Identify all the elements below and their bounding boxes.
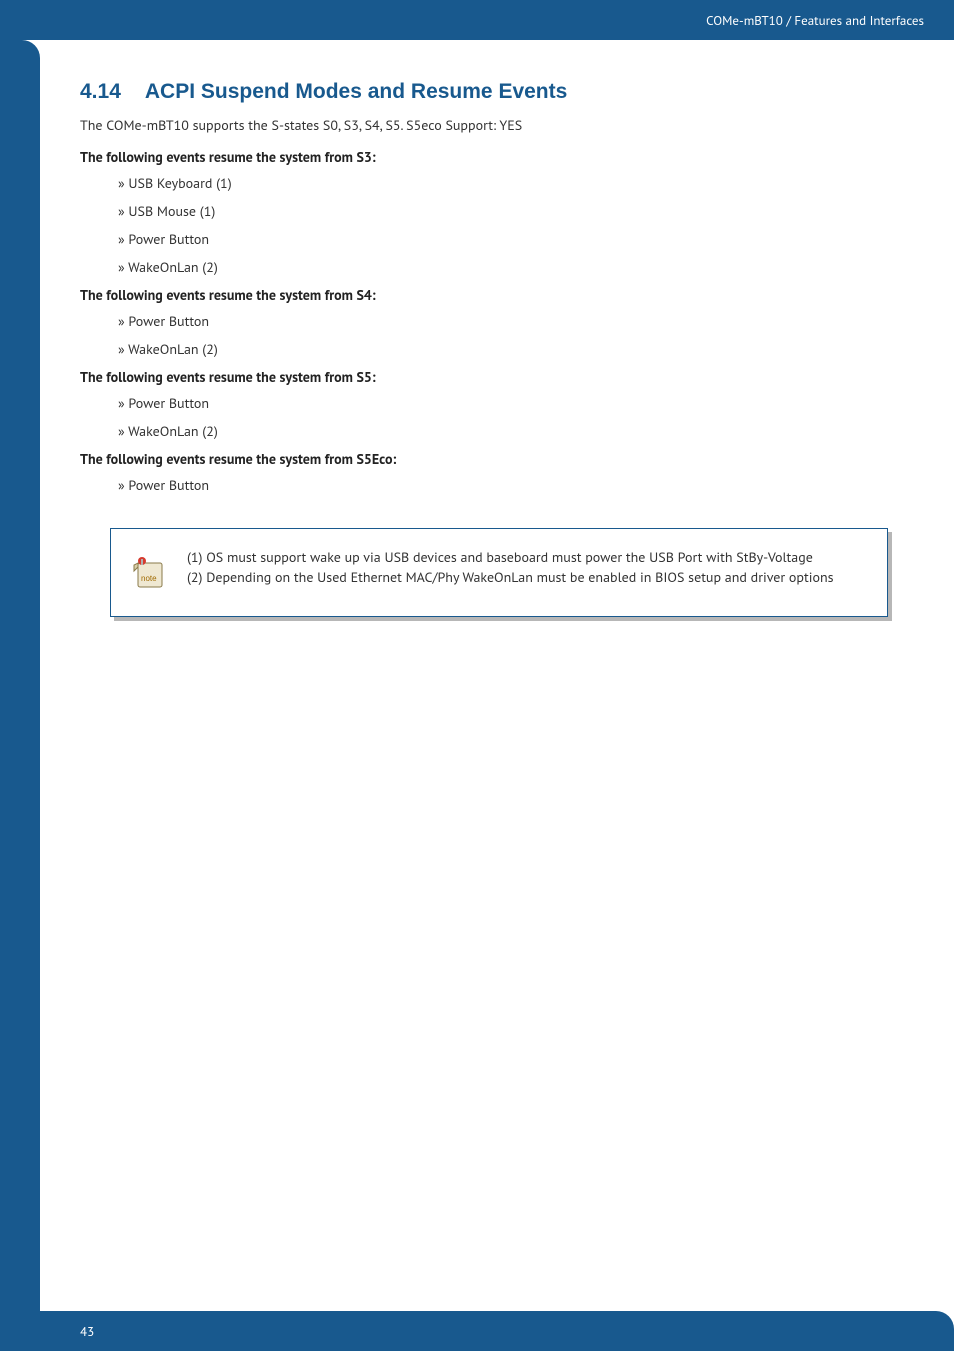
section-heading-text: ACPI Suspend Modes and Resume Events bbox=[145, 80, 567, 103]
list-item: » USB Mouse (1) bbox=[118, 202, 890, 220]
list-item: » Power Button bbox=[118, 394, 890, 412]
group-heading: The following events resume the system f… bbox=[80, 368, 890, 386]
group-list-s5: » Power Button » WakeOnLan (2) bbox=[118, 394, 890, 440]
list-item: » WakeOnLan (2) bbox=[118, 258, 890, 276]
group-heading: The following events resume the system f… bbox=[80, 286, 890, 304]
side-stripe bbox=[0, 40, 40, 1311]
intro-paragraph: The COMe-mBT10 supports the S-states S0,… bbox=[80, 116, 890, 134]
note-icon: note bbox=[133, 553, 169, 598]
list-item: » Power Button bbox=[118, 230, 890, 248]
list-item: » Power Button bbox=[118, 312, 890, 330]
note-line-1: (1) OS must support wake up via USB devi… bbox=[187, 547, 834, 567]
page-content: 4.14 ACPI Suspend Modes and Resume Events… bbox=[80, 80, 890, 617]
group-list-s5eco: » Power Button bbox=[118, 476, 890, 494]
section-number: 4.14 bbox=[80, 80, 121, 103]
list-item: » USB Keyboard (1) bbox=[118, 174, 890, 192]
list-item: » WakeOnLan (2) bbox=[118, 422, 890, 440]
group-heading: The following events resume the system f… bbox=[80, 450, 890, 468]
svg-text:note: note bbox=[141, 574, 157, 583]
note-line-2: (2) Depending on the Used Ethernet MAC/P… bbox=[187, 567, 834, 587]
breadcrumb: COMe-mBT10 / Features and Interfaces bbox=[706, 12, 924, 29]
list-item: » Power Button bbox=[118, 476, 890, 494]
page-header: COMe-mBT10 / Features and Interfaces bbox=[0, 0, 954, 40]
note-box: note (1) OS must support wake up via USB… bbox=[110, 528, 888, 617]
list-item: » WakeOnLan (2) bbox=[118, 340, 890, 358]
group-list-s4: » Power Button » WakeOnLan (2) bbox=[118, 312, 890, 358]
section-title: 4.14 ACPI Suspend Modes and Resume Events bbox=[80, 80, 890, 104]
page-number: 43 bbox=[80, 1323, 94, 1340]
group-list-s3: » USB Keyboard (1) » USB Mouse (1) » Pow… bbox=[118, 174, 890, 276]
group-heading: The following events resume the system f… bbox=[80, 148, 890, 166]
note-text: (1) OS must support wake up via USB devi… bbox=[187, 547, 834, 588]
page-footer: 43 bbox=[0, 1311, 954, 1351]
